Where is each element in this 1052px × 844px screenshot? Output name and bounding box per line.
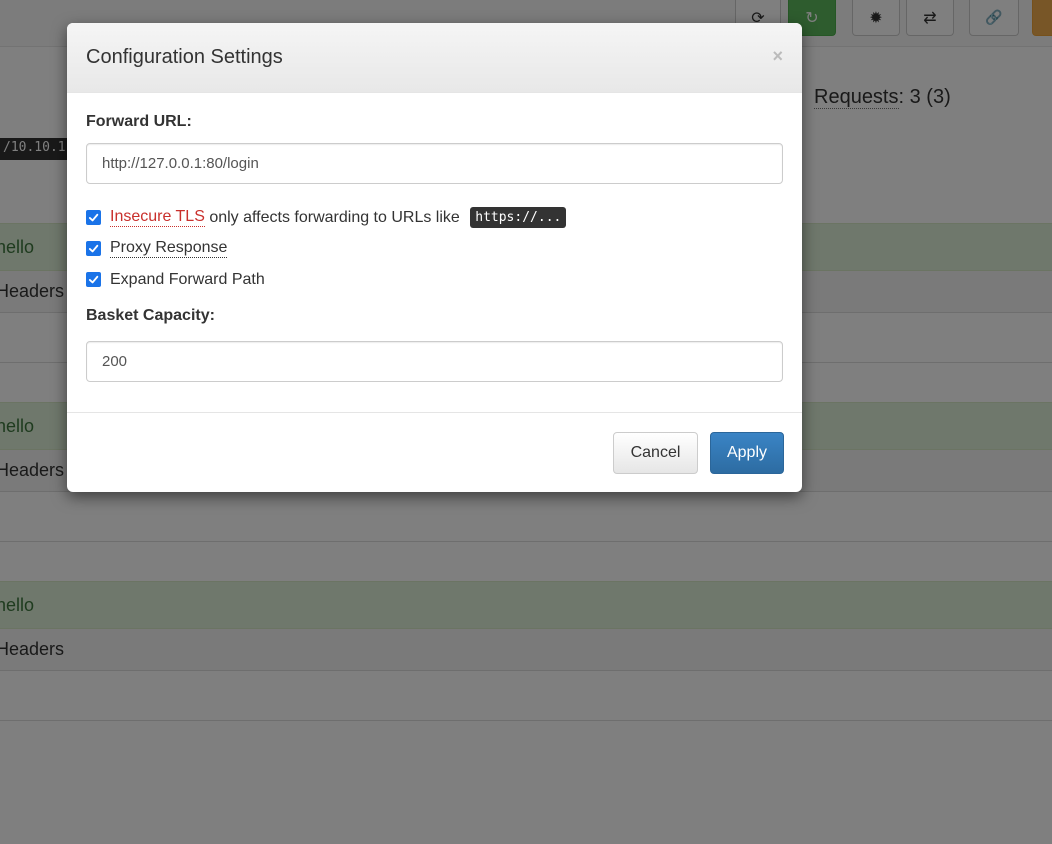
expand-forward-path-label[interactable]: Expand Forward Path <box>110 271 265 289</box>
insecure-tls-row: Insecure TLS only affects forwarding to … <box>86 202 783 233</box>
modal-header: Configuration Settings × <box>67 23 802 93</box>
expand-forward-path-checkbox[interactable] <box>86 272 101 287</box>
insecure-tls-label[interactable]: Insecure TLS <box>110 208 205 227</box>
apply-button[interactable]: Apply <box>710 432 784 474</box>
proxy-response-label[interactable]: Proxy Response <box>110 239 228 258</box>
proxy-response-row: Proxy Response <box>86 233 783 264</box>
forward-url-input[interactable] <box>86 143 783 184</box>
forward-url-label: Forward URL: <box>86 113 192 130</box>
check-icon <box>88 244 99 253</box>
expand-forward-path-row: Expand Forward Path <box>86 264 783 295</box>
check-icon <box>88 213 99 222</box>
cancel-button[interactable]: Cancel <box>613 432 698 474</box>
configuration-modal: Configuration Settings × Forward URL: In… <box>67 23 802 492</box>
https-code-chip: https://... <box>470 207 567 228</box>
modal-footer: Cancel Apply <box>67 413 802 491</box>
modal-body: Forward URL: Insecure TLS only affects f… <box>67 93 802 413</box>
basket-capacity-label: Basket Capacity: <box>86 307 215 324</box>
insecure-tls-description: only affects forwarding to URLs like <box>204 208 465 226</box>
insecure-tls-checkbox[interactable] <box>86 210 101 225</box>
check-icon <box>88 275 99 284</box>
modal-title: Configuration Settings <box>86 46 283 68</box>
basket-capacity-input[interactable] <box>86 341 783 382</box>
proxy-response-checkbox[interactable] <box>86 241 101 256</box>
close-icon[interactable]: × <box>772 47 783 65</box>
